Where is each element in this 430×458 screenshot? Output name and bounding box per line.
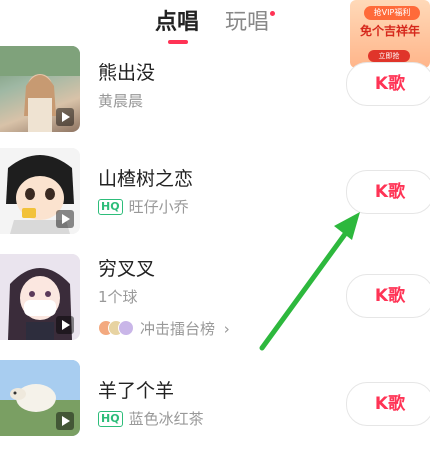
- play-icon[interactable]: [56, 316, 74, 334]
- tab-dianchang[interactable]: 点唱: [155, 4, 199, 36]
- song-row[interactable]: 熊出没 黄晨晨 K歌: [0, 46, 430, 146]
- k-song-button[interactable]: K歌: [346, 170, 430, 214]
- rank-link[interactable]: 冲击擂台榜 ›: [98, 318, 230, 339]
- song-artist: 黄晨晨: [98, 92, 144, 110]
- song-title: 穷叉叉: [98, 258, 156, 280]
- k-song-button[interactable]: K歌: [346, 382, 430, 426]
- song-row[interactable]: 羊了个羊 HQ 蓝色冰红茶 K歌: [0, 358, 430, 458]
- play-icon[interactable]: [56, 210, 74, 228]
- chevron-right-icon: ›: [223, 320, 230, 338]
- song-artist: 蓝色冰红茶: [128, 410, 204, 428]
- promo-tag: 抢VIP福利: [364, 6, 420, 20]
- song-artist: 1个球: [98, 288, 138, 306]
- song-cover-image[interactable]: [0, 360, 80, 436]
- promo-title: 免个吉祥年: [359, 24, 420, 38]
- rank-avatars-icon: [98, 320, 134, 336]
- hq-badge: HQ: [98, 411, 123, 427]
- song-title: 熊出没: [98, 62, 156, 84]
- tab-wanchang[interactable]: 玩唱: [225, 4, 269, 36]
- song-title: 羊了个羊: [98, 380, 175, 402]
- song-title: 山楂树之恋: [98, 168, 194, 190]
- song-artist-line: HQ 旺仔小乔: [98, 196, 189, 217]
- k-song-button[interactable]: K歌: [346, 62, 430, 106]
- hq-badge: HQ: [98, 199, 123, 215]
- song-cover-image[interactable]: [0, 46, 80, 132]
- song-row[interactable]: 山楂树之恋 HQ 旺仔小乔 K歌: [0, 146, 430, 246]
- song-artist: 旺仔小乔: [128, 198, 189, 216]
- tab-active-indicator: [168, 40, 188, 44]
- play-icon[interactable]: [56, 412, 74, 430]
- song-cover-image[interactable]: [0, 148, 80, 234]
- song-row[interactable]: 穷叉叉 1个球 冲击擂台榜 › K歌: [0, 250, 430, 350]
- song-cover-image[interactable]: [0, 254, 80, 340]
- k-song-button[interactable]: K歌: [346, 274, 430, 318]
- play-icon[interactable]: [56, 108, 74, 126]
- song-artist-line: HQ 蓝色冰红茶: [98, 408, 204, 429]
- notification-dot: [270, 11, 275, 16]
- rank-text: 冲击擂台榜: [140, 320, 216, 338]
